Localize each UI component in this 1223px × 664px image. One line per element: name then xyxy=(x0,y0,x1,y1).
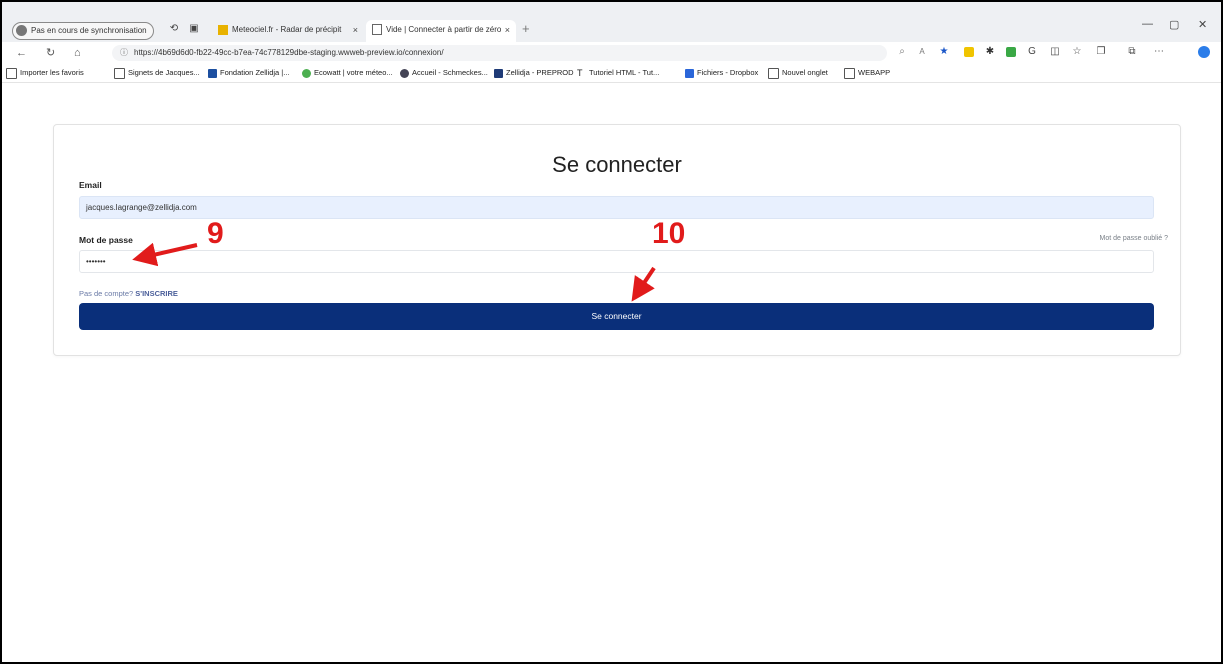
favorite-dropbox[interactable]: Fichiers - Dropbox xyxy=(685,67,758,79)
page-icon xyxy=(844,67,855,79)
site-icon xyxy=(208,68,217,78)
tab-actions-icon[interactable]: ▣ xyxy=(188,23,200,35)
signup-prompt: Pas de compte? S'INSCRIRE xyxy=(79,289,178,298)
close-tab-icon[interactable]: × xyxy=(353,20,358,40)
favorite-import[interactable]: Importer les favoris xyxy=(6,67,84,79)
extension-g-icon[interactable]: G xyxy=(1027,47,1037,57)
favorites-bar: Importer les favoris Signets de Jacques.… xyxy=(2,64,1221,83)
favorite-signets[interactable]: Signets de Jacques... xyxy=(114,67,200,79)
address-bar[interactable]: ⓘ https://4b69d6d0-fb22-49cc-b7ea-74c7781… xyxy=(112,45,887,61)
extensions-icon[interactable]: ⧉ xyxy=(1127,47,1137,57)
step-10-label: 10 xyxy=(652,217,686,250)
page-favicon-icon xyxy=(372,24,382,36)
newtab-icon xyxy=(768,67,779,79)
forgot-password-link[interactable]: Mot de passe oublié ? xyxy=(1100,235,1169,242)
navigation-bar: ← ↻ ⌂ ⓘ https://4b69d6d0-fb22-49cc-b7ea-7… xyxy=(2,42,1221,64)
collections-icon[interactable]: ❐ xyxy=(1096,47,1106,57)
favorite-label: WEBAPP xyxy=(858,68,891,77)
signup-prefix: Pas de compte? xyxy=(79,289,134,298)
home-icon[interactable]: ⌂ xyxy=(74,46,81,60)
extension-tool-icon[interactable]: ✱ xyxy=(985,47,995,57)
tab-connexion[interactable]: Vide | Connecter à partir de zéro × xyxy=(366,20,516,42)
favorite-label: Ecowatt | votre méteo... xyxy=(314,68,393,77)
ecowatt-icon xyxy=(302,68,311,78)
refresh-icon[interactable]: ↻ xyxy=(46,46,55,60)
favorite-label: Fichiers - Dropbox xyxy=(697,68,759,77)
password-field[interactable]: ••••••• xyxy=(79,250,1154,273)
workspaces-icon[interactable]: ⟲ xyxy=(168,23,180,35)
favorite-label: Fondation Zellidja |... xyxy=(220,68,290,77)
page-icon xyxy=(114,67,125,79)
tutorial-icon: T xyxy=(577,67,583,78)
wordpress-icon xyxy=(400,68,409,78)
url-text: https://4b69d6d0-fb22-49cc-b7ea-74c77812… xyxy=(134,48,444,57)
favorite-fondation[interactable]: Fondation Zellidja |... xyxy=(208,67,290,79)
email-field[interactable]: jacques.lagrange@zellidja.com xyxy=(79,196,1154,219)
profile-label: Pas en cours de synchronisation xyxy=(31,26,147,35)
favorite-schmeckes[interactable]: Accueil - Schmeckes... xyxy=(400,67,488,79)
tab-title: Vide | Connecter à partir de zéro xyxy=(386,25,502,34)
tab-meteociel[interactable]: Meteociel.fr - Radar de précipit × xyxy=(212,20,364,42)
submit-button[interactable]: Se connecter xyxy=(79,303,1154,330)
split-screen-icon[interactable]: ◫ xyxy=(1050,47,1060,57)
minimize-button[interactable]: — xyxy=(1142,18,1153,30)
favorite-label: Signets de Jacques... xyxy=(128,68,200,77)
favorite-label: Importer les favoris xyxy=(20,68,84,77)
read-aloud-icon[interactable]: A xyxy=(917,47,927,57)
password-label: Mot de passe xyxy=(79,235,133,245)
favorites-icon[interactable]: ☆ xyxy=(1072,47,1082,57)
zellidja-icon xyxy=(494,68,503,78)
profile-button[interactable]: Pas en cours de synchronisation xyxy=(12,22,154,40)
close-window-button[interactable]: ✕ xyxy=(1198,18,1207,31)
new-tab-button[interactable]: + xyxy=(522,21,530,36)
extension-check-icon[interactable] xyxy=(1006,47,1016,57)
favorite-ecowatt[interactable]: Ecowatt | votre méteo... xyxy=(302,67,393,79)
more-menu-icon[interactable]: ⋯ xyxy=(1154,47,1164,57)
favorite-label: Accueil - Schmeckes... xyxy=(412,68,488,77)
favorite-webapp[interactable]: WEBAPP xyxy=(844,67,890,79)
favorite-label: Tutoriel HTML - Tut... xyxy=(589,68,660,77)
copilot-icon[interactable] xyxy=(1198,46,1210,58)
tab-strip: Pas en cours de synchronisation ⟲ ▣ Mete… xyxy=(2,2,1221,42)
favorite-tutoriel[interactable]: T Tutoriel HTML - Tut... xyxy=(577,67,659,79)
profile-avatar-icon xyxy=(16,25,27,36)
dropbox-icon xyxy=(685,68,694,78)
favorite-star-icon[interactable]: ★ xyxy=(939,47,949,57)
maximize-button[interactable]: ▢ xyxy=(1169,18,1179,31)
browser-window: Pas en cours de synchronisation ⟲ ▣ Mete… xyxy=(0,0,1223,664)
site-info-icon[interactable]: ⓘ xyxy=(120,48,128,57)
favorite-label: Zellidja - PREPROD xyxy=(506,68,574,77)
step-9-label: 9 xyxy=(207,217,224,250)
back-icon[interactable]: ← xyxy=(16,46,27,60)
favorite-zellidja[interactable]: Zellidja - PREPROD xyxy=(494,67,574,79)
page-title: Se connecter xyxy=(552,152,682,177)
import-icon xyxy=(6,67,17,79)
search-icon[interactable]: ⌕ xyxy=(897,47,907,57)
favorite-label: Nouvel onglet xyxy=(782,68,828,77)
extension-yellow-icon[interactable] xyxy=(964,47,974,57)
meteociel-favicon-icon xyxy=(218,24,228,35)
favorite-nouvel-onglet[interactable]: Nouvel onglet xyxy=(768,67,828,79)
signup-link[interactable]: S'INSCRIRE xyxy=(135,289,178,298)
email-label: Email xyxy=(79,180,102,190)
tab-title: Meteociel.fr - Radar de précipit xyxy=(232,25,342,34)
close-tab-icon[interactable]: × xyxy=(505,20,510,40)
